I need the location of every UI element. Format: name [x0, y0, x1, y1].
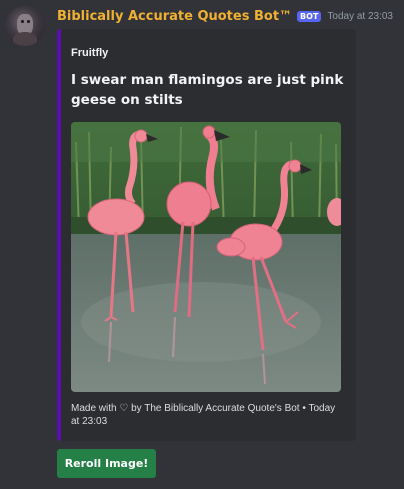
- embed-footer: Made with ♡ by The Biblically Accurate Q…: [71, 403, 336, 427]
- avatar-figure-body: [13, 32, 37, 46]
- embed-image[interactable]: [71, 122, 341, 392]
- avatar-figure-eyes: [21, 20, 24, 23]
- embed-author: Fruitfly: [71, 47, 109, 59]
- author-username[interactable]: Biblically Accurate Quotes Bot™: [57, 9, 292, 24]
- embed-title: I swear man flamingos are just pink gees…: [71, 72, 344, 108]
- bot-badge: BOT: [297, 11, 322, 22]
- bot-avatar[interactable]: [5, 6, 45, 46]
- reroll-image-button[interactable]: Reroll Image!: [57, 449, 156, 478]
- message-header: Biblically Accurate Quotes Bot™ BOT Toda…: [57, 9, 393, 24]
- chat-message: Biblically Accurate Quotes Bot™ BOT Toda…: [0, 0, 404, 489]
- message-timestamp[interactable]: Today at 23:03: [327, 11, 393, 22]
- message-embed: Fruitfly I swear man flamingos are just …: [57, 29, 356, 441]
